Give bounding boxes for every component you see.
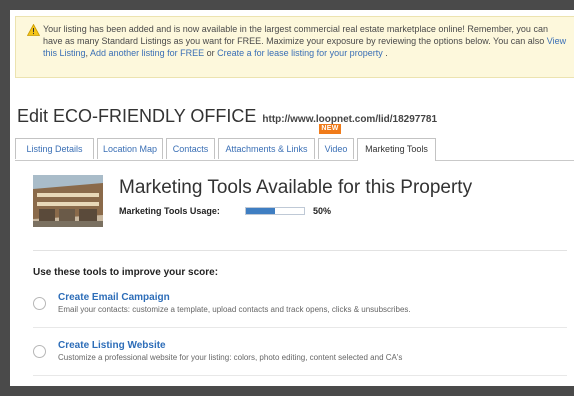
warning-icon (27, 24, 40, 36)
improve-heading: Use these tools to improve your score: (33, 267, 219, 278)
usage-percent: 50% (313, 206, 332, 216)
page-title: Edit ECO-FRIENDLY OFFICE http://www.loopn… (17, 106, 437, 127)
create-lease-listing-link[interactable]: Create a for lease listing for your prop… (217, 48, 383, 58)
usage-label: Marketing Tools Usage: (119, 206, 220, 216)
alert-end: . (382, 48, 388, 58)
property-photo (33, 175, 103, 227)
create-listing-website-link[interactable]: Create Listing Website (58, 340, 166, 351)
divider (33, 375, 567, 376)
add-listing-link[interactable]: Add another listing for FREE (90, 48, 204, 58)
email-campaign-radio[interactable] (33, 297, 46, 310)
tab-location-map[interactable]: Location Map (97, 138, 163, 159)
listing-website-radio[interactable] (33, 345, 46, 358)
page: Your listing has been added and is now a… (10, 10, 574, 386)
alert-separator: or (204, 48, 218, 58)
alert-text: Your listing has been added and is now a… (43, 24, 548, 46)
tab-attachments-links[interactable]: Attachments & Links (218, 138, 315, 159)
tab-bar: Listing Details Location Map Contacts At… (15, 136, 574, 161)
usage-progress-fill (246, 208, 275, 214)
tab-marketing-tools[interactable]: Marketing Tools (357, 138, 436, 161)
listing-title: Edit ECO-FRIENDLY OFFICE (17, 106, 257, 126)
new-badge: NEW (319, 124, 341, 134)
divider (33, 250, 567, 251)
email-campaign-description: Email your contacts: customize a templat… (58, 305, 411, 314)
tab-video[interactable]: Video (318, 138, 354, 159)
listing-url: http://www.loopnet.com/lid/18297781 (262, 114, 438, 125)
marketing-tools-panel: Marketing Tools Available for this Prope… (15, 160, 574, 386)
divider (33, 327, 567, 328)
tab-listing-details[interactable]: Listing Details (15, 138, 94, 159)
create-email-campaign-link[interactable]: Create Email Campaign (58, 292, 170, 303)
marketing-tools-title: Marketing Tools Available for this Prope… (119, 177, 473, 198)
listing-website-description: Customize a professional website for you… (58, 353, 403, 362)
success-alert: Your listing has been added and is now a… (15, 16, 574, 78)
usage-progress-bar (245, 207, 305, 215)
tab-contacts[interactable]: Contacts (166, 138, 215, 159)
